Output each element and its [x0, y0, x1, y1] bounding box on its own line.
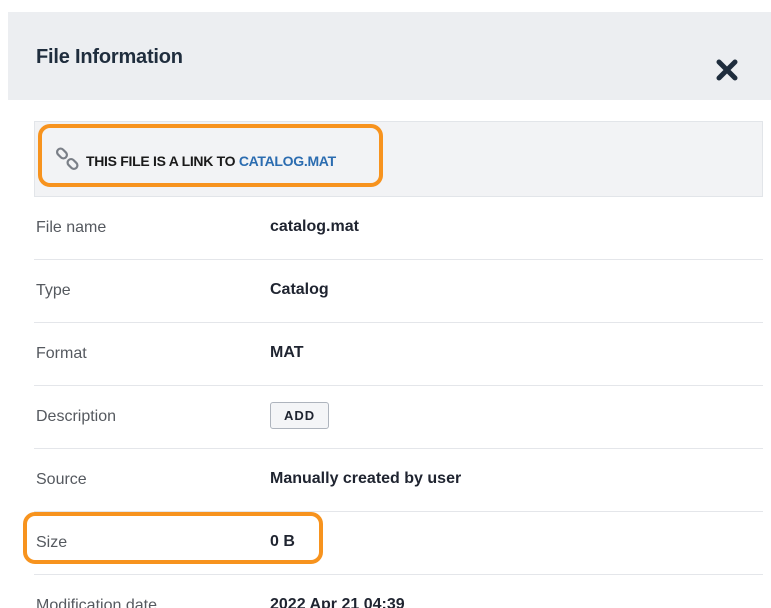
row-description: Description ADD	[34, 386, 763, 449]
row-value: 0 B	[270, 533, 295, 550]
row-value: 2022 Apr 21 04:39	[270, 596, 405, 608]
panel-title: File Information	[36, 46, 183, 68]
row-label: Size	[36, 534, 68, 551]
row-modification-date: Modification date 2022 Apr 21 04:39	[34, 575, 763, 608]
link-notice-text: THIS FILE IS A LINK TO CATALOG.MAT	[86, 153, 336, 169]
row-value: Catalog	[270, 281, 329, 298]
row-size: Size 0 B	[34, 512, 763, 575]
file-information-panel: File Information THIS FILE IS A LINK TO …	[0, 0, 771, 608]
close-icon[interactable]	[716, 59, 738, 81]
row-label: Source	[36, 471, 87, 488]
row-type: Type Catalog	[34, 260, 763, 323]
chain-link-icon	[55, 147, 79, 171]
row-file-name: File name catalog.mat	[34, 197, 763, 260]
add-description-button[interactable]: ADD	[270, 402, 330, 429]
row-label: Format	[36, 345, 87, 362]
row-label: File name	[36, 219, 107, 236]
link-notice: THIS FILE IS A LINK TO CATALOG.MAT	[34, 121, 763, 197]
row-value: Manually created by user	[270, 470, 462, 487]
panel-header: File Information	[8, 12, 771, 100]
row-label: Modification date	[36, 597, 157, 608]
row-value: MAT	[270, 344, 304, 361]
row-label: Type	[36, 282, 71, 299]
row-label: Description	[36, 408, 117, 425]
row-source: Source Manually created by user	[34, 449, 763, 512]
file-properties-list: File name catalog.mat Type Catalog Forma…	[34, 197, 763, 608]
link-target[interactable]: CATALOG.MAT	[239, 153, 336, 169]
row-value: catalog.mat	[270, 218, 359, 235]
row-format: Format MAT	[34, 323, 763, 386]
link-notice-prefix: THIS FILE IS A LINK TO	[86, 153, 236, 169]
